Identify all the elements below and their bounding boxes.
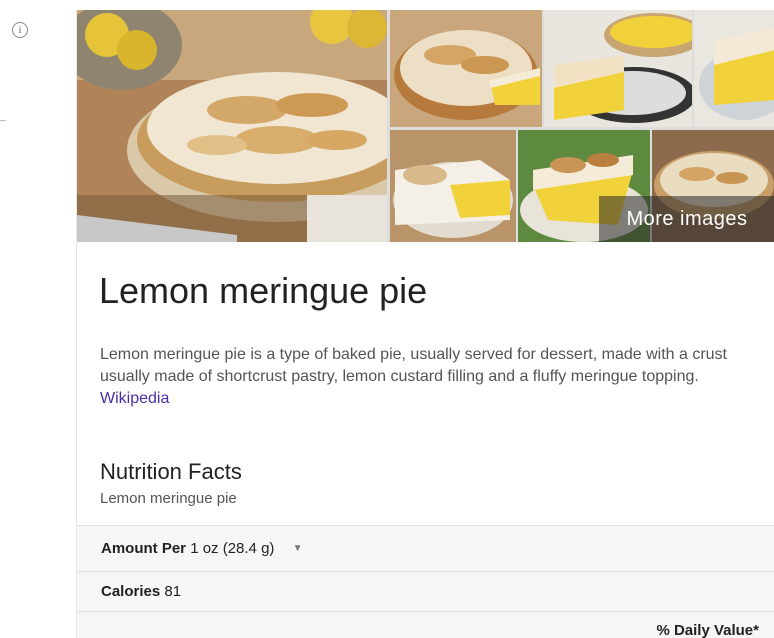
wikipedia-link[interactable]: Wikipedia [100, 390, 169, 407]
gallery-image-4[interactable] [694, 10, 774, 127]
panel-title: Lemon meringue pie [99, 270, 428, 311]
nutrition-facts-subheading: Lemon meringue pie [100, 490, 237, 507]
calories-value: 81 [164, 583, 182, 600]
description-text: Lemon meringue pie is a type of baked pi… [100, 346, 727, 385]
gallery-image-main[interactable] [77, 10, 387, 242]
serving-size-selector[interactable]: Amount Per 1 oz (28.4 g) ▼ [101, 540, 302, 557]
daily-value-label: % Daily Value* [656, 622, 759, 638]
more-images-button[interactable]: More images [599, 196, 774, 242]
calories-label: Calories [101, 583, 161, 600]
knowledge-panel: More images Lemon meringue pie Lemon mer… [76, 10, 774, 638]
gallery-image-3[interactable] [544, 10, 692, 127]
serving-size-row: Amount Per 1 oz (28.4 g) ▼ [77, 525, 774, 571]
daily-value-row: % Daily Value* [77, 611, 774, 638]
amount-per-label: Amount Per [101, 540, 187, 557]
serving-size-value: 1 oz (28.4 g) [190, 540, 275, 557]
dropdown-arrow-icon[interactable]: ▼ [293, 543, 303, 554]
gallery-image-5[interactable] [390, 130, 516, 242]
info-icon[interactable]: i [12, 22, 28, 38]
gallery-image-2[interactable] [390, 10, 542, 127]
panel-description: Lemon meringue pie is a type of baked pi… [100, 344, 760, 410]
image-gallery: More images [77, 10, 774, 242]
divider [0, 120, 6, 121]
calories-row: Calories 81 [77, 571, 774, 611]
nutrition-facts-heading: Nutrition Facts [100, 459, 242, 484]
